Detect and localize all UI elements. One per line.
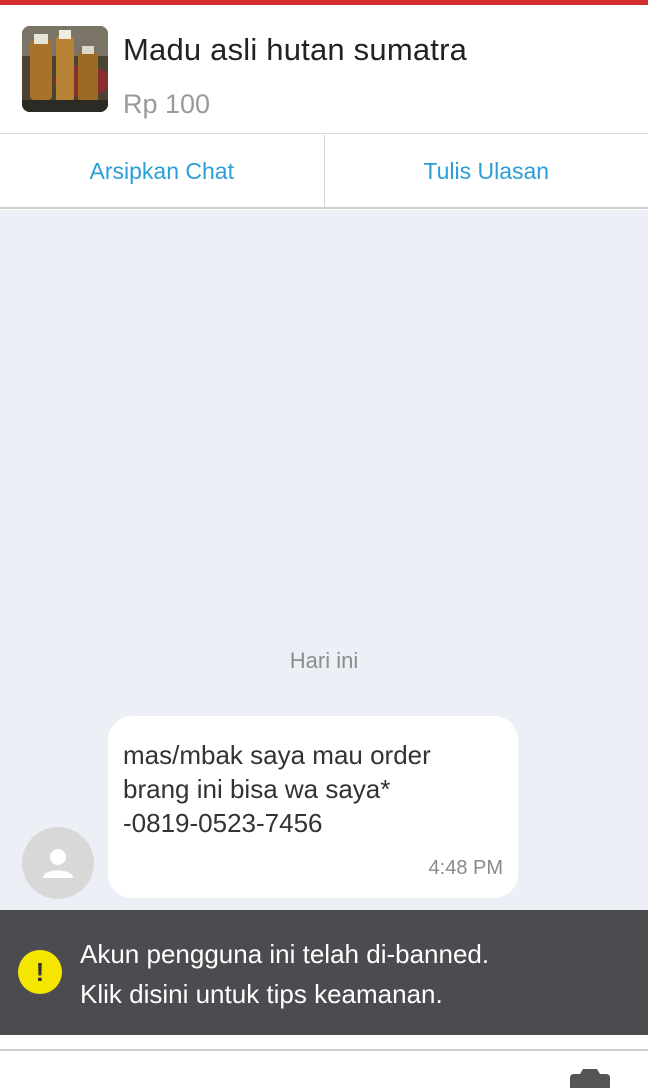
banner-text: Akun pengguna ini telah di-banned. Klik … — [80, 934, 489, 1014]
date-separator: Hari ini — [0, 648, 648, 674]
message-time: 4:48 PM — [429, 857, 503, 880]
banner-line-2: Klik disini untuk tips keamanan. — [80, 974, 489, 1014]
archive-chat-button[interactable]: Arsipkan Chat — [0, 135, 324, 207]
warning-icon: ! — [18, 950, 62, 994]
message-bubble[interactable]: mas/mbak saya mau order brang ini bisa w… — [108, 716, 518, 898]
product-thumbnail[interactable] — [22, 26, 108, 112]
product-name: Madu asli hutan sumatra — [123, 32, 467, 68]
chat-area[interactable]: Hari ini mas/mbak saya mau order brang i… — [0, 210, 648, 910]
message-input-bar[interactable] — [0, 1035, 648, 1080]
product-header[interactable]: Madu asli hutan sumatra Rp 100 — [0, 5, 648, 134]
banned-account-banner[interactable]: ! Akun pengguna ini telah di-banned. Kli… — [0, 910, 648, 1035]
user-avatar-icon[interactable] — [22, 827, 94, 899]
product-price: Rp 100 — [123, 89, 210, 120]
write-review-button[interactable]: Tulis Ulasan — [325, 135, 648, 207]
chat-action-bar: Arsipkan Chat Tulis Ulasan — [0, 135, 648, 209]
banner-line-1: Akun pengguna ini telah di-banned. — [80, 934, 489, 974]
message-text: mas/mbak saya mau order brang ini bisa w… — [123, 738, 503, 840]
input-divider — [0, 1049, 648, 1051]
camera-icon[interactable] — [566, 1068, 614, 1088]
